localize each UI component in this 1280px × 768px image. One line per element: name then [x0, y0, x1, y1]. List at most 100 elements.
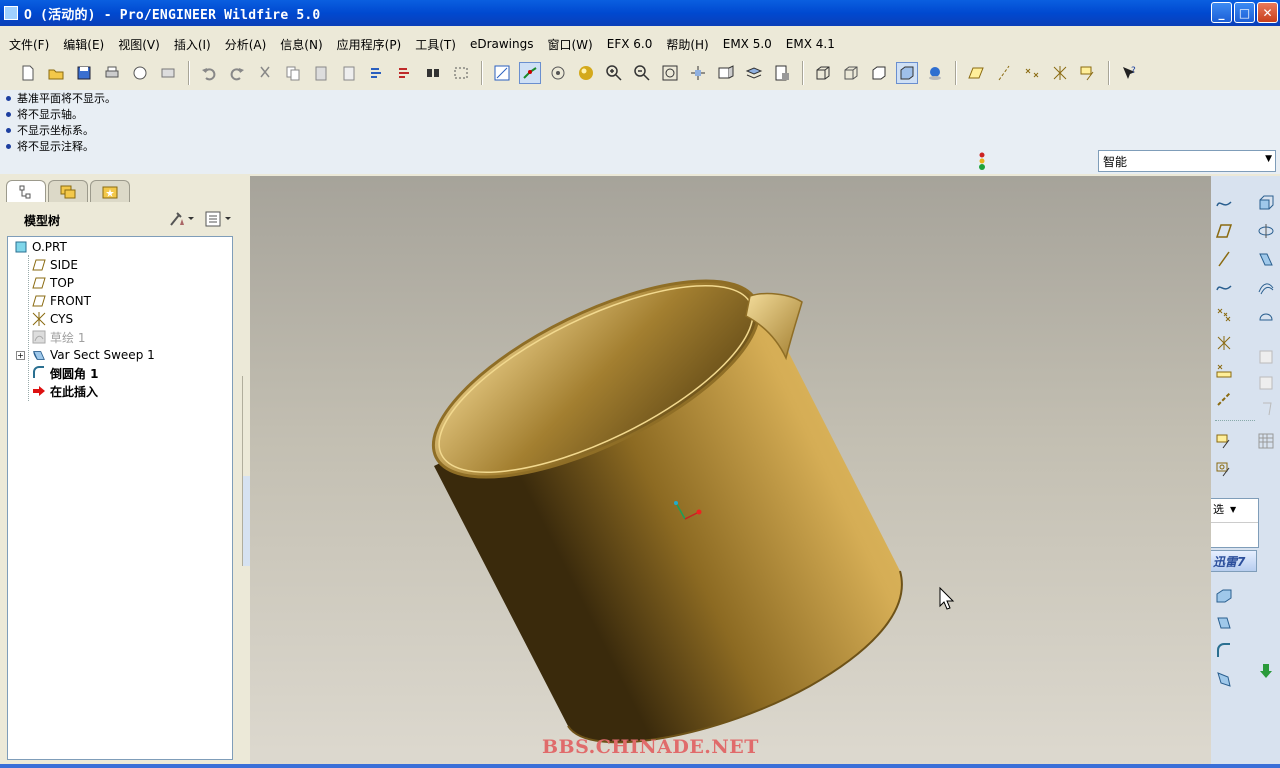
- view-manager-icon[interactable]: [771, 62, 793, 84]
- thicken-tool-icon[interactable]: [1213, 612, 1235, 634]
- menu-emx4[interactable]: EMX 4.1: [779, 37, 842, 51]
- cut-icon[interactable]: [254, 62, 276, 84]
- csys-tool-icon[interactable]: [1213, 332, 1235, 354]
- expand-icon[interactable]: +: [16, 350, 25, 360]
- menu-info[interactable]: 信息(N): [273, 36, 329, 53]
- menu-file[interactable]: 文件(F): [2, 36, 56, 53]
- datum-plane-display-icon[interactable]: [965, 62, 987, 84]
- tree-item-top[interactable]: TOP: [8, 274, 232, 292]
- filter-box[interactable]: 选 ▼: [1211, 498, 1259, 548]
- minimize-button[interactable]: _: [1211, 2, 1232, 23]
- new-file-icon[interactable]: [17, 62, 39, 84]
- hidden-line-icon[interactable]: [840, 62, 862, 84]
- repaint-icon[interactable]: [491, 62, 513, 84]
- send-link-icon[interactable]: [157, 62, 179, 84]
- graphics-viewport[interactable]: BBS.CHINADE.NET: [250, 176, 1211, 766]
- plane-tool-icon[interactable]: [1213, 220, 1235, 242]
- send-mail-icon[interactable]: [129, 62, 151, 84]
- shading-icon[interactable]: [896, 62, 918, 84]
- datum-axis-display-icon[interactable]: [993, 62, 1015, 84]
- chamfer-tool-icon[interactable]: [1213, 668, 1235, 690]
- regen-manager-icon[interactable]: [394, 62, 416, 84]
- curve-tool-icon[interactable]: [1213, 276, 1235, 298]
- tree-item-cys[interactable]: CYS: [8, 310, 232, 328]
- wireframe-icon[interactable]: [812, 62, 834, 84]
- zoom-in-icon[interactable]: [603, 62, 625, 84]
- annotation-tool-icon[interactable]: [1213, 430, 1235, 452]
- refit-icon[interactable]: [659, 62, 681, 84]
- analysis-feature-icon[interactable]: [1213, 360, 1235, 382]
- appearance-gallery-icon[interactable]: [575, 62, 597, 84]
- style-tool-icon[interactable]: [1213, 458, 1235, 480]
- tab-favorites[interactable]: [90, 180, 130, 202]
- tree-item-root[interactable]: O.PRT: [8, 238, 232, 256]
- hole-tool-icon[interactable]: [1255, 346, 1277, 368]
- redo-icon[interactable]: [226, 62, 248, 84]
- copy-icon[interactable]: [282, 62, 304, 84]
- find-icon[interactable]: [422, 62, 444, 84]
- cable-tool-icon[interactable]: [1213, 388, 1235, 410]
- paste-icon[interactable]: [310, 62, 332, 84]
- regenerate-icon[interactable]: [366, 62, 388, 84]
- panel-splitter-handle[interactable]: [242, 476, 250, 566]
- tree-show-icon[interactable]: [204, 211, 234, 230]
- reorient-icon[interactable]: [687, 62, 709, 84]
- print-icon[interactable]: [101, 62, 123, 84]
- tree-item-round[interactable]: 倒圆角 1: [8, 364, 232, 382]
- annotation-display-icon[interactable]: [1077, 62, 1099, 84]
- coordinate-system-display-icon[interactable]: [1049, 62, 1071, 84]
- menu-window[interactable]: 窗口(W): [541, 36, 600, 53]
- menu-edrawings[interactable]: eDrawings: [463, 37, 541, 51]
- tree-settings-icon[interactable]: [168, 211, 194, 230]
- select-box-icon[interactable]: [450, 62, 472, 84]
- menu-help[interactable]: 帮助(H): [659, 36, 715, 53]
- tree-item-sketch[interactable]: 草绘 1: [8, 328, 232, 346]
- menu-edit[interactable]: 编辑(E): [56, 36, 111, 53]
- enhanced-realism-icon[interactable]: [924, 62, 946, 84]
- tree-item-side[interactable]: SIDE: [8, 256, 232, 274]
- close-button[interactable]: ✕: [1257, 2, 1278, 23]
- panel-splitter[interactable]: [242, 376, 250, 476]
- menu-applications[interactable]: 应用程序(P): [330, 36, 409, 53]
- tree-item-insert-here[interactable]: 在此插入: [8, 382, 232, 400]
- maximize-button[interactable]: □: [1234, 2, 1255, 23]
- pattern-tool-icon[interactable]: [1255, 430, 1277, 452]
- save-icon[interactable]: [73, 62, 95, 84]
- tree-item-front[interactable]: FRONT: [8, 292, 232, 310]
- open-folder-icon[interactable]: [45, 62, 67, 84]
- no-hidden-icon[interactable]: [868, 62, 890, 84]
- revolve-tool-icon[interactable]: [1255, 220, 1277, 242]
- down-arrow-icon[interactable]: [1255, 660, 1277, 682]
- round-tool-icon[interactable]: [1213, 640, 1235, 662]
- shell-tool-icon[interactable]: [1255, 372, 1277, 394]
- menu-insert[interactable]: 插入(I): [167, 36, 218, 53]
- layers-icon[interactable]: [743, 62, 765, 84]
- datum-point-display-icon[interactable]: [1021, 62, 1043, 84]
- boundary-blend-icon[interactable]: [1255, 304, 1277, 326]
- axis-tool-icon[interactable]: [1213, 248, 1235, 270]
- tree-item-var-sect-sweep[interactable]: + Var Sect Sweep 1: [8, 346, 232, 364]
- spin-center-icon[interactable]: [519, 62, 541, 84]
- filter-input[interactable]: [1211, 522, 1258, 540]
- context-help-icon[interactable]: ?: [1118, 62, 1140, 84]
- selection-filter-select[interactable]: 智能 ▼: [1098, 150, 1276, 172]
- tab-model-tree[interactable]: [6, 180, 46, 202]
- menu-tools[interactable]: 工具(T): [408, 36, 463, 53]
- paste-special-icon[interactable]: [338, 62, 360, 84]
- sketch-tool-icon[interactable]: [1213, 192, 1235, 214]
- orient-mode-icon[interactable]: [547, 62, 569, 84]
- menu-efx[interactable]: EFX 6.0: [600, 37, 660, 51]
- saved-views-icon[interactable]: [715, 62, 737, 84]
- tab-folder-browser[interactable]: [48, 180, 88, 202]
- xunlei-promo[interactable]: 迅雷7: [1211, 550, 1257, 572]
- blend-tool-icon[interactable]: [1255, 276, 1277, 298]
- draft-tool-icon[interactable]: [1255, 398, 1277, 420]
- undo-icon[interactable]: [198, 62, 220, 84]
- menu-analysis[interactable]: 分析(A): [218, 36, 274, 53]
- zoom-out-icon[interactable]: [631, 62, 653, 84]
- extrude-tool-icon[interactable]: [1255, 192, 1277, 214]
- menu-view[interactable]: 视图(V): [111, 36, 167, 53]
- point-tool-icon[interactable]: [1213, 304, 1235, 326]
- sweep-tool-icon[interactable]: [1255, 248, 1277, 270]
- menu-emx5[interactable]: EMX 5.0: [716, 37, 779, 51]
